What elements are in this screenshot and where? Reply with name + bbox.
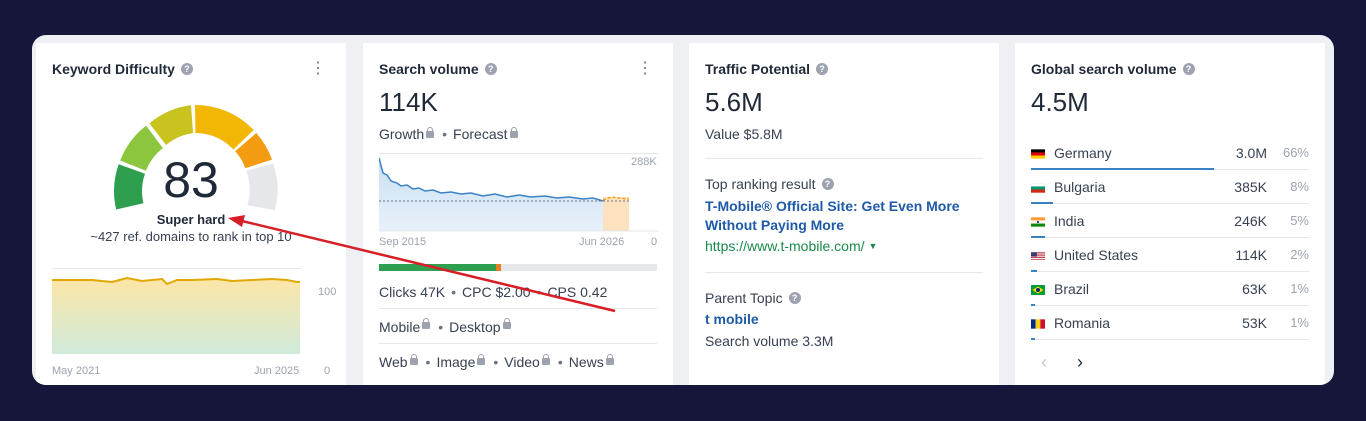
arrow-line [241,219,616,313]
annotation-arrow [228,215,616,313]
arrowhead-icon [228,215,245,227]
overview-panel: Keyword Difficulty ? ⋮ 83 Super hard ~42… [32,35,1334,385]
